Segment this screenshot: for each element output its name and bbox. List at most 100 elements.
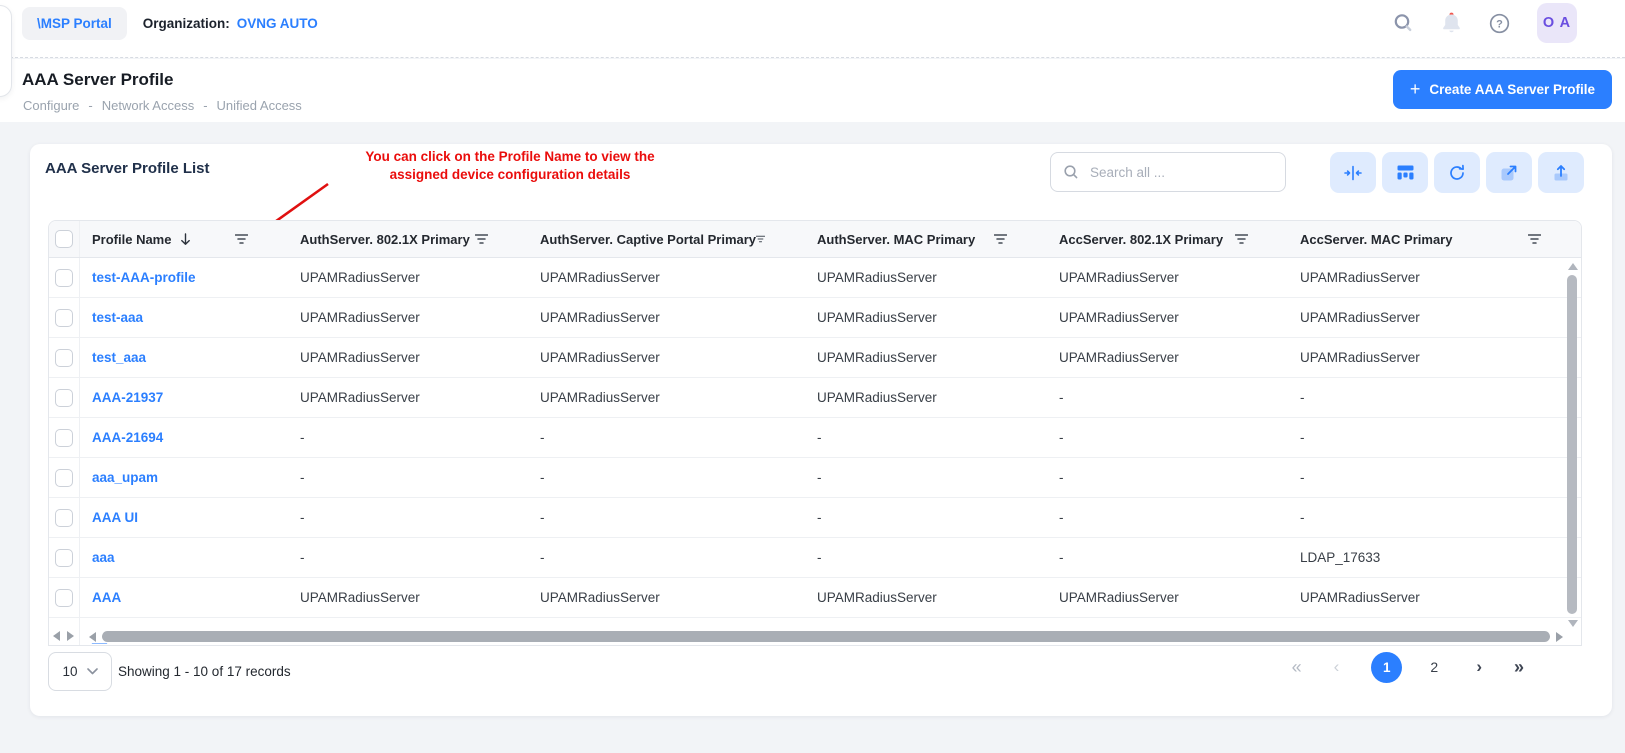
- profile-name-link[interactable]: AAA-21694: [92, 430, 163, 445]
- table-toolbar: [1330, 152, 1584, 193]
- scroll-left-icon[interactable]: [53, 631, 60, 641]
- scroll-down-arrow[interactable]: [1568, 620, 1578, 627]
- profile-name-link[interactable]: aaa_upam: [92, 470, 158, 485]
- collapsed-sidebar-edge[interactable]: [0, 5, 12, 97]
- scroll-right-arrow[interactable]: [1556, 632, 1563, 642]
- row-checkbox-cell: [49, 498, 80, 537]
- column-header[interactable]: Profile Name: [80, 221, 288, 257]
- column-header[interactable]: AuthServer. 802.1X Primary: [288, 221, 528, 257]
- help-icon[interactable]: ?: [1489, 13, 1510, 34]
- filter-icon[interactable]: [756, 234, 765, 244]
- search-all-input[interactable]: [1088, 164, 1273, 181]
- cell-value: UPAMRadiusServer: [1047, 590, 1288, 605]
- list-title: AAA Server Profile List: [45, 160, 210, 177]
- aaa-server-profile-card: AAA Server Profile List You can click on…: [30, 144, 1612, 716]
- row-checkbox[interactable]: [55, 349, 73, 367]
- cell-value: UPAMRadiusServer: [805, 390, 1047, 405]
- search-all-box: [1050, 152, 1286, 192]
- row-checkbox[interactable]: [55, 589, 73, 607]
- export-button[interactable]: [1486, 152, 1532, 193]
- profile-name-link[interactable]: test-aaa: [92, 310, 143, 325]
- annotation-text: You can click on the Profile Name to vie…: [280, 148, 740, 184]
- cell-value: UPAMRadiusServer: [1047, 270, 1288, 285]
- page-button-1[interactable]: 1: [1371, 652, 1402, 683]
- cell-value: UPAMRadiusServer: [1288, 350, 1581, 365]
- sort-descending-icon[interactable]: [180, 233, 191, 246]
- cell-value: UPAMRadiusServer: [805, 350, 1047, 365]
- row-checkbox[interactable]: [55, 429, 73, 447]
- breadcrumb-item[interactable]: Network Access: [102, 98, 194, 113]
- cell-value: -: [1288, 390, 1581, 405]
- user-avatar[interactable]: O A: [1537, 3, 1577, 43]
- row-checkbox[interactable]: [55, 269, 73, 287]
- organization-value[interactable]: OVNG AUTO: [237, 16, 318, 31]
- profile-name-link[interactable]: test_aaa: [92, 350, 146, 365]
- column-header[interactable]: AccServer. MAC Primary: [1288, 221, 1581, 257]
- column-settings-button[interactable]: [1382, 152, 1428, 193]
- profile-name-link[interactable]: test-AAA-profile: [92, 270, 196, 285]
- select-all-checkbox[interactable]: [55, 230, 73, 248]
- column-header[interactable]: AccServer. 802.1X Primary: [1047, 221, 1288, 257]
- cell-value: UPAMRadiusServer: [805, 310, 1047, 325]
- organization-label: Organization:: [143, 16, 230, 31]
- scroll-right-icon[interactable]: [67, 631, 74, 641]
- create-aaa-server-profile-button[interactable]: + Create AAA Server Profile: [1393, 70, 1612, 109]
- row-checkbox-cell: [49, 578, 80, 617]
- column-header[interactable]: AuthServer. MAC Primary: [805, 221, 1047, 257]
- filter-icon[interactable]: [475, 234, 488, 244]
- horizontal-scrollbar[interactable]: [89, 631, 1563, 643]
- frozen-column-scroll-buttons[interactable]: [53, 631, 74, 641]
- refresh-button[interactable]: [1434, 152, 1480, 193]
- row-checkbox[interactable]: [55, 469, 73, 487]
- page-button-2[interactable]: 2: [1424, 659, 1444, 675]
- horizontal-scroll-thumb[interactable]: [102, 631, 1550, 642]
- table-body: test-AAA-profileUPAMRadiusServerUPAMRadi…: [49, 258, 1581, 646]
- profile-name-link[interactable]: aaa: [92, 550, 115, 565]
- previous-page-button[interactable]: ‹: [1334, 657, 1340, 677]
- table-row: test_aaa UPAMRadiusServer UPAMRadiusServer…: [49, 338, 1581, 378]
- column-label: AuthServer. MAC Primary: [817, 232, 975, 247]
- row-checkbox-cell: [49, 418, 80, 457]
- filter-icon[interactable]: [1235, 234, 1248, 244]
- breadcrumb-item[interactable]: Configure: [23, 98, 79, 113]
- filter-icon[interactable]: [1528, 234, 1541, 244]
- msp-portal-button[interactable]: \MSP Portal: [22, 7, 127, 40]
- cell-value: -: [288, 550, 528, 565]
- cell-value: UPAMRadiusServer: [288, 310, 528, 325]
- row-checkbox[interactable]: [55, 509, 73, 527]
- breadcrumb-separator: -: [88, 98, 92, 113]
- last-page-button[interactable]: »: [1514, 657, 1524, 678]
- cell-value: -: [528, 430, 805, 445]
- next-page-button[interactable]: ›: [1476, 657, 1482, 677]
- annotation-line-2: assigned device configuration details: [280, 166, 740, 184]
- collapse-columns-button[interactable]: [1330, 152, 1376, 193]
- filter-icon[interactable]: [994, 234, 1007, 244]
- table-row: aaa_upam-----: [49, 458, 1581, 498]
- row-checkbox[interactable]: [55, 309, 73, 327]
- upload-button[interactable]: [1538, 152, 1584, 193]
- cell-value: UPAMRadiusServer: [528, 390, 805, 405]
- export-icon: [1500, 164, 1518, 182]
- page-size-select[interactable]: 10: [48, 652, 112, 691]
- cell-value: -: [1288, 510, 1581, 525]
- search-icon[interactable]: [1392, 12, 1414, 34]
- column-header[interactable]: AuthServer. Captive Portal Primary: [528, 221, 805, 257]
- scroll-up-arrow[interactable]: [1568, 263, 1578, 270]
- scroll-left-arrow[interactable]: [89, 632, 96, 642]
- aaa-profile-table: Profile NameAuthServer. 802.1X PrimaryAu…: [48, 220, 1582, 646]
- row-checkbox[interactable]: [55, 549, 73, 567]
- profile-name-link[interactable]: AAA UI: [92, 510, 138, 525]
- filter-icon[interactable]: [235, 234, 248, 244]
- vertical-scrollbar[interactable]: [1567, 263, 1578, 627]
- cell-value: -: [1288, 430, 1581, 445]
- profile-name-link[interactable]: AAA-21937: [92, 390, 163, 405]
- profile-name-link[interactable]: AAA: [92, 590, 121, 605]
- breadcrumb-item[interactable]: Unified Access: [217, 98, 302, 113]
- first-page-button[interactable]: «: [1292, 657, 1302, 678]
- annotation-line-1: You can click on the Profile Name to vie…: [280, 148, 740, 166]
- row-checkbox[interactable]: [55, 389, 73, 407]
- vertical-scroll-thumb[interactable]: [1567, 275, 1577, 614]
- search-input-icon: [1063, 164, 1079, 180]
- breadcrumb: Configure-Network Access-Unified Access: [23, 98, 302, 113]
- notification-bell-icon[interactable]: [1441, 12, 1462, 34]
